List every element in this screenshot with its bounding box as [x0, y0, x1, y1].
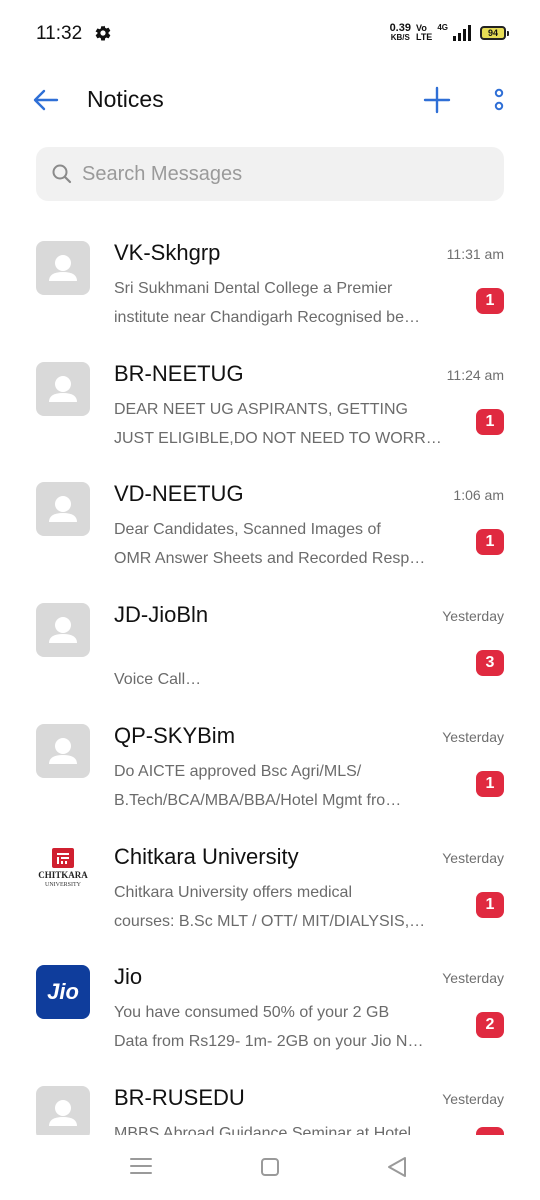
message-sender: BR-RUSEDU [114, 1085, 245, 1110]
volte-indicator: Vo LTE [416, 24, 432, 42]
message-preview: Do AICTE approved Bsc Agri/MLS/ B.Tech/B… [114, 757, 454, 815]
status-time: 11:32 [36, 23, 83, 44]
message-row[interactable]: Jio Jio Yesterday You have consumed 50% … [0, 944, 540, 1065]
message-row[interactable]: JD-JioBln Yesterday Voice Call… 3 [0, 582, 540, 703]
message-time: Yesterday [442, 970, 504, 986]
chitkara-logo-icon: CHITKARA UNIVERSITY [36, 845, 90, 899]
unread-count-badge: 1 [476, 892, 504, 918]
message-preview: Dear Candidates, Scanned Images of OMR A… [114, 515, 454, 573]
message-sender: QP-SKYBim [114, 723, 236, 748]
message-list: VK-Skhgrp 11:31 am Sri Sukhmani Dental C… [0, 220, 540, 1135]
message-preview: Voice Call… [114, 636, 454, 694]
message-sender: JD-JioBln [114, 602, 209, 627]
message-time: 1:06 am [453, 487, 504, 503]
more-vertical-icon[interactable] [488, 84, 510, 116]
message-preview-line1: Dear Candidates, Scanned Images of [114, 521, 381, 538]
recent-apps-icon[interactable] [130, 1157, 152, 1175]
message-time: 11:31 am [446, 246, 504, 262]
message-row[interactable]: VD-NEETUG 1:06 am Dear Candidates, Scann… [0, 461, 540, 582]
chitkara-logo-text: CHITKARA [38, 870, 88, 880]
message-preview-line2: JUST ELIGIBLE,DO NOT NEED TO WORR… [114, 430, 442, 447]
message-preview: MBBS Abroad Guidance Seminar at Hotel [114, 1119, 454, 1135]
jio-logo-text: Jio [47, 979, 79, 1004]
contact-avatar-icon [36, 482, 90, 536]
message-time: Yesterday [442, 608, 504, 624]
unread-count-badge: 3 [476, 650, 504, 676]
battery-level: 94 [487, 28, 498, 38]
back-arrow-icon[interactable] [30, 84, 62, 116]
message-preview-line1: Chitkara University offers medical [114, 884, 353, 901]
unread-count-badge [476, 1127, 504, 1135]
message-preview: You have consumed 50% of your 2 GB Data … [114, 998, 454, 1056]
app-header: Notices [0, 66, 540, 136]
message-preview-line1: You have consumed 50% of your 2 GB [114, 1004, 390, 1021]
signal-strength-icon [453, 25, 471, 41]
network-type-label: 4G [437, 23, 448, 32]
message-time: Yesterday [442, 850, 504, 866]
message-preview-line1: Do AICTE approved Bsc Agri/MLS/ [114, 763, 362, 780]
message-time: Yesterday [442, 729, 504, 745]
settings-gear-icon [95, 25, 111, 41]
unread-count-badge: 1 [476, 288, 504, 314]
page-title: Notices [87, 86, 164, 112]
plus-icon[interactable] [421, 84, 453, 116]
contact-avatar-icon [36, 241, 90, 295]
status-bar: 11:32 0.39 KB/S Vo LTE 4G 94 [0, 0, 540, 66]
battery-icon: 94 [480, 26, 509, 40]
search-bar[interactable] [36, 147, 504, 201]
network-speed-value: 0.39 [389, 22, 411, 34]
message-sender: Jio [114, 964, 143, 989]
message-preview: Chitkara University offers medical cours… [114, 878, 454, 936]
message-preview-line1: DEAR NEET UG ASPIRANTS, GETTING [114, 401, 408, 418]
message-time: 11:24 am [446, 367, 504, 383]
message-preview-line2: courses: B.Sc MLT / OTT/ MIT/DIALYSIS,… [114, 913, 426, 930]
message-sender: Chitkara University [114, 844, 299, 869]
status-indicators: 0.39 KB/S Vo LTE 4G 94 [389, 22, 509, 44]
contact-avatar-icon [36, 362, 90, 416]
message-sender: BR-NEETUG [114, 361, 244, 386]
jio-logo-icon: Jio [36, 965, 90, 1019]
contact-avatar-icon [36, 1086, 90, 1135]
volte-bottom: LTE [415, 32, 433, 42]
home-icon[interactable] [260, 1157, 280, 1177]
message-sender: VD-NEETUG [114, 481, 244, 506]
unread-count-badge: 1 [476, 771, 504, 797]
network-speed-unit: KB/S [390, 33, 410, 42]
message-row[interactable]: BR-NEETUG 11:24 am DEAR NEET UG ASPIRANT… [0, 341, 540, 462]
message-preview-line2: Voice Call… [114, 671, 202, 688]
message-time: Yesterday [442, 1091, 504, 1107]
search-icon [52, 164, 72, 184]
search-input[interactable] [82, 147, 492, 201]
message-sender: VK-Skhgrp [114, 240, 221, 265]
contact-avatar-icon [36, 724, 90, 778]
network-speed: 0.39 KB/S [389, 22, 411, 43]
message-preview-line1 [114, 636, 454, 665]
message-preview-line1: MBBS Abroad Guidance Seminar at Hotel [114, 1125, 412, 1135]
message-preview-line2: B.Tech/BCA/MBA/BBA/Hotel Mgmt fro… [114, 792, 402, 809]
message-preview-line2: OMR Answer Sheets and Recorded Resp… [114, 550, 426, 567]
unread-count-badge: 1 [476, 409, 504, 435]
message-row[interactable]: QP-SKYBim Yesterday Do AICTE approved Bs… [0, 703, 540, 824]
message-preview-line2: institute near Chandigarh Recognised be… [114, 309, 420, 326]
message-row[interactable]: VK-Skhgrp 11:31 am Sri Sukhmani Dental C… [0, 220, 540, 341]
chitkara-logo-subtext: UNIVERSITY [45, 882, 82, 888]
message-preview: DEAR NEET UG ASPIRANTS, GETTING JUST ELI… [114, 395, 454, 453]
back-icon[interactable] [386, 1155, 408, 1179]
unread-count-badge: 1 [476, 529, 504, 555]
unread-count-badge: 2 [476, 1012, 504, 1038]
message-row[interactable]: BR-RUSEDU Yesterday MBBS Abroad Guidance… [0, 1065, 540, 1135]
contact-avatar-icon [36, 603, 90, 657]
system-nav-bar [0, 1135, 540, 1200]
message-preview-line1: Sri Sukhmani Dental College a Premier [114, 280, 393, 297]
message-preview: Sri Sukhmani Dental College a Premier in… [114, 274, 454, 332]
message-row[interactable]: CHITKARA UNIVERSITY Chitkara University … [0, 824, 540, 945]
message-preview-line2: Data from Rs129- 1m- 2GB on your Jio N… [114, 1033, 424, 1050]
